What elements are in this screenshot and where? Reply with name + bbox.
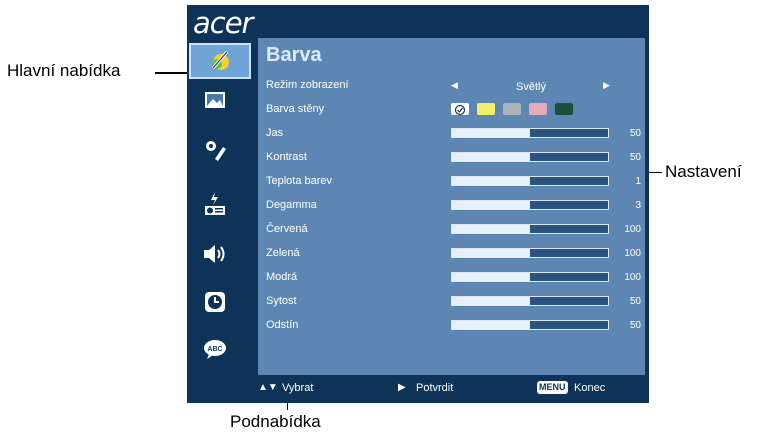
main-menu-sidebar: ABC (187, 39, 258, 375)
footer-exit-label: Konec (574, 382, 606, 394)
setting-label: Jas (266, 127, 284, 139)
footer-select-label: Vybrat (282, 382, 314, 394)
acer-logo: acer (193, 6, 253, 40)
setting-slider[interactable] (451, 248, 609, 258)
slider-fill (452, 177, 530, 185)
submenu-title: Barva (266, 44, 322, 66)
setting-value: 3 (635, 200, 641, 211)
submenu-callout: Podnabídka (230, 412, 321, 431)
setting-value: 100 (624, 248, 641, 259)
setting-value: 50 (629, 296, 641, 307)
timer-icon[interactable] (200, 287, 230, 317)
setting-row[interactable]: Odstín 50 (258, 316, 645, 338)
slider-fill (452, 129, 530, 137)
setting-row[interactable]: Kontrast 50 (258, 148, 645, 170)
wall-color-swatch[interactable] (555, 103, 573, 115)
setting-value: 50 (629, 320, 641, 331)
setting-slider[interactable] (451, 272, 609, 282)
setting-slider[interactable] (451, 152, 609, 162)
wall-color-swatch[interactable] (451, 103, 469, 116)
slider-fill (452, 273, 530, 281)
setting-label: Odstín (266, 319, 299, 331)
submenu-panel: Barva Režim zobrazení ◀ Světlý ▶ Barva stěny… (258, 38, 645, 375)
slider-fill (452, 225, 530, 233)
left-arrow-icon[interactable]: ◀ (451, 80, 458, 91)
setting-row[interactable]: Jas 50 (258, 124, 645, 146)
setting-slider[interactable] (451, 176, 609, 186)
setting-value: 50 (629, 152, 641, 163)
setting-label: Zelená (266, 247, 300, 259)
setting-label: Barva stěny (266, 103, 325, 115)
settings-callout: Nastavení (665, 162, 742, 181)
wall-color-swatch[interactable] (503, 103, 521, 115)
audio-icon[interactable] (200, 239, 230, 269)
main-menu-callout: Hlavní nabídka (7, 61, 121, 80)
main-menu-callout-line (155, 72, 190, 74)
right-arrow-icon[interactable]: ▶ (603, 80, 610, 91)
slider-fill (452, 153, 530, 161)
osd-window: acer ABC Barva Režim zobrazení ◀ Světlý … (187, 5, 649, 403)
management-icon[interactable] (200, 189, 230, 219)
wall-color-swatch[interactable] (477, 103, 495, 115)
setting-value: 50 (629, 128, 641, 139)
setting-row[interactable]: Sytost 50 (258, 292, 645, 314)
setting-slider[interactable] (451, 296, 609, 306)
setting-row[interactable]: Modrá 100 (258, 268, 645, 290)
setting-row[interactable]: Teplota barev 1 (258, 172, 645, 194)
setting-label: Kontrast (266, 151, 307, 163)
image-icon[interactable] (200, 85, 230, 115)
setting-label: Degamma (266, 199, 317, 211)
up-down-arrows-icon: ▲▼ (258, 382, 278, 393)
setting-label: Teplota barev (266, 175, 333, 187)
color-icon[interactable] (189, 43, 251, 79)
setting-slider[interactable] (451, 128, 609, 138)
display-mode-value: Světlý (516, 81, 546, 93)
slider-fill (452, 201, 530, 209)
setting-label: Režim zobrazení (266, 79, 349, 91)
wall-color-swatch[interactable] (529, 103, 547, 115)
setting-slider[interactable] (451, 200, 609, 210)
slider-fill (452, 249, 530, 257)
footer-bar: ▲▼ Vybrat ▶ Potvrdit MENU Konec (258, 375, 649, 403)
setting-label: Červená (266, 223, 308, 235)
footer-confirm-label: Potvrdit (416, 382, 454, 394)
setting-row[interactable]: Degamma 3 (258, 196, 645, 218)
setting-slider[interactable] (451, 224, 609, 234)
setting-value: 100 (624, 272, 641, 283)
right-arrow-icon: ▶ (398, 382, 406, 393)
setting-row[interactable]: Režim zobrazení ◀ Světlý ▶ (258, 76, 645, 98)
setting-value: 100 (624, 224, 641, 235)
setting-label: Modrá (266, 271, 298, 283)
settings-icon[interactable] (200, 135, 230, 165)
setting-row[interactable]: Zelená 100 (258, 244, 645, 266)
setting-slider[interactable] (451, 320, 609, 330)
slider-fill (452, 321, 530, 329)
slider-fill (452, 297, 530, 305)
setting-row[interactable]: Červená 100 (258, 220, 645, 242)
svg-text:ABC: ABC (207, 346, 222, 353)
language-icon[interactable]: ABC (200, 334, 230, 364)
setting-label: Sytost (266, 295, 297, 307)
setting-value: 1 (635, 176, 641, 187)
menu-key-badge: MENU (537, 381, 568, 394)
setting-row[interactable]: Barva stěny (258, 100, 645, 122)
